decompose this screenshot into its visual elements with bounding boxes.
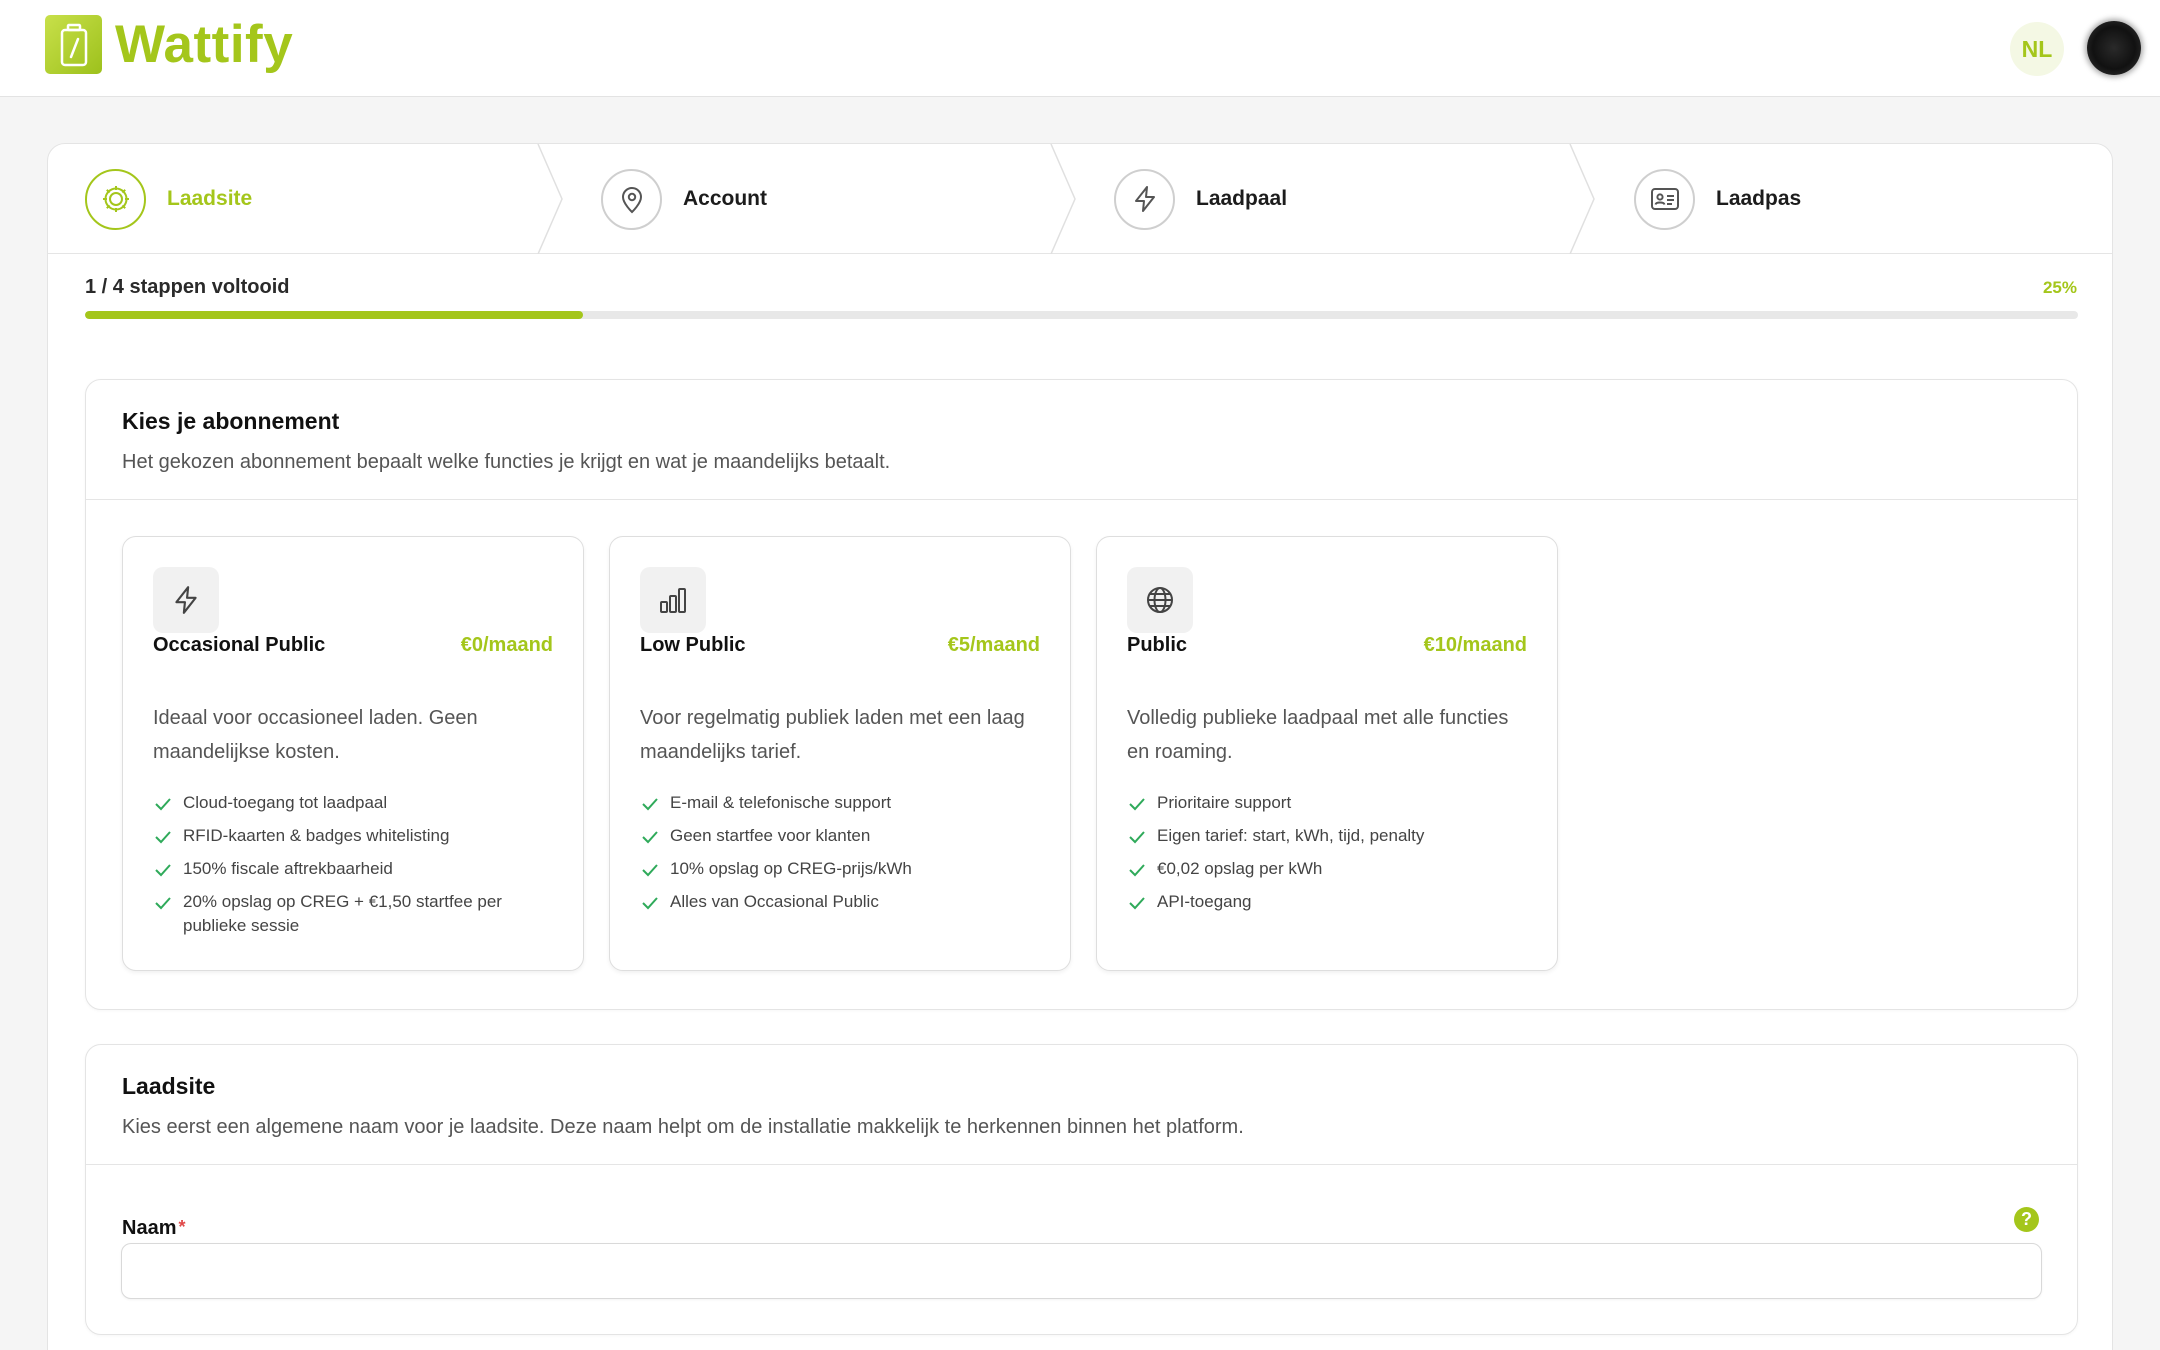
feature-text: 10% opslag op CREG-prijs/kWh: [670, 859, 912, 878]
subscription-panel: Kies je abonnement Het gekozen abonnemen…: [85, 379, 2078, 1010]
step-label: Laadsite: [167, 187, 253, 210]
step-label: Laadpaal: [1196, 187, 1288, 210]
top-bar: Wattify NL: [0, 0, 2160, 97]
plan-description: Voor regelmatig publiek laden met een la…: [640, 707, 1025, 763]
feature-text: Cloud-toegang tot laadpaal: [183, 793, 388, 812]
step-separator: [1569, 144, 1595, 254]
check-icon: [155, 864, 171, 877]
plan-name: Low Public: [640, 634, 746, 656]
plan-price: €10/maand: [1423, 634, 1527, 656]
step-label: Account: [683, 187, 767, 210]
site-header: Laadsite Kies eerst een algemene naam vo…: [86, 1045, 2077, 1165]
site-name-input[interactable]: [121, 1243, 2042, 1299]
plan-card-low-public[interactable]: Low Public €5/maand Voor regelmatig publ…: [609, 536, 1071, 971]
feature-text: 150% fiscale aftrekbaarheid: [183, 859, 393, 878]
battery-logo-icon: [45, 15, 102, 74]
check-icon: [1129, 798, 1145, 811]
lightning-icon: [1114, 168, 1175, 230]
plan-card-public[interactable]: Public €10/maand Volledig publieke laadp…: [1096, 536, 1558, 971]
feature-text: Prioritaire support: [1157, 793, 1292, 812]
feature-item: Eigen tarief: start, kWh, tijd, penalty: [1127, 824, 1517, 848]
plan-price: €0/maand: [460, 634, 553, 656]
feature-text: Geen startfee voor klanten: [670, 826, 871, 845]
feature-item: E-mail & telefonische support: [640, 791, 1030, 815]
location-pin-icon: [601, 168, 662, 230]
feature-item: Prioritaire support: [1127, 791, 1517, 815]
subscription-title: Kies je abonnement: [122, 408, 340, 434]
feature-item: Cloud-toegang tot laadpaal: [153, 791, 543, 815]
feature-item: Geen startfee voor klanten: [640, 824, 1030, 848]
step-laadpas[interactable]: Laadpas: [1634, 144, 1801, 254]
check-icon: [642, 864, 658, 877]
check-icon: [642, 798, 658, 811]
site-subtitle: Kies eerst een algemene naam voor je laa…: [122, 1116, 1244, 1138]
feature-item: 10% opslag op CREG-prijs/kWh: [640, 857, 1030, 881]
check-icon: [155, 831, 171, 844]
plan-features: E-mail & telefonische support Geen start…: [640, 791, 1030, 923]
feature-item: 150% fiscale aftrekbaarheid: [153, 857, 543, 881]
plan-description: Volledig publieke laadpaal met alle func…: [1127, 707, 1509, 763]
check-icon: [642, 831, 658, 844]
step-separator: [1050, 144, 1076, 254]
progress-bar-fill: [85, 311, 584, 319]
onboarding-card: Laadsite Account Laadpaal Laadpas 1 / 4 …: [47, 143, 2113, 1350]
gear-icon: [85, 168, 146, 230]
feature-text: Alles van Occasional Public: [670, 892, 879, 911]
plan-name: Occasional Public: [153, 634, 326, 656]
feature-text: E-mail & telefonische support: [670, 793, 892, 812]
feature-item: API-toegang: [1127, 890, 1517, 914]
check-icon: [1129, 864, 1145, 877]
id-card-icon: [1634, 168, 1695, 230]
site-panel: Laadsite Kies eerst een algemene naam vo…: [85, 1044, 2078, 1335]
plan-features: Cloud-toegang tot laadpaal RFID-kaarten …: [153, 791, 543, 947]
bar-chart-icon: [640, 567, 706, 633]
globe-icon: [1127, 567, 1193, 633]
feature-item: €0,02 opslag per kWh: [1127, 857, 1517, 881]
step-account[interactable]: Account: [601, 144, 767, 254]
check-icon: [155, 798, 171, 811]
logo-text: Wattify: [115, 15, 294, 74]
language-switcher[interactable]: NL: [2010, 22, 2064, 76]
progress-percent: 25%: [2042, 278, 2077, 297]
subscription-header: Kies je abonnement Het gekozen abonnemen…: [86, 380, 2077, 500]
progress-label: 1 / 4 stappen voltooid: [85, 276, 290, 298]
check-icon: [1129, 897, 1145, 910]
plan-features: Prioritaire support Eigen tarief: start,…: [1127, 791, 1517, 923]
subscription-subtitle: Het gekozen abonnement bepaalt welke fun…: [122, 451, 891, 473]
feature-text: Eigen tarief: start, kWh, tijd, penalty: [1157, 826, 1425, 845]
stepper: Laadsite Account Laadpaal Laadpas: [48, 144, 2112, 254]
required-asterisk: *: [178, 1217, 186, 1237]
plan-description: Ideaal voor occasioneel laden. Geen maan…: [153, 707, 478, 763]
wattify-logo[interactable]: Wattify: [45, 15, 293, 74]
step-label: Laadpas: [1716, 187, 1802, 210]
progress-bar: [85, 311, 2078, 319]
plan-price: €5/maand: [947, 634, 1040, 656]
step-laadsite[interactable]: Laadsite: [85, 144, 252, 254]
feature-item: 20% opslag op CREG + €1,50 startfee per …: [153, 890, 543, 938]
help-icon[interactable]: ?: [2014, 1207, 2039, 1232]
plan-list: Occasional Public €0/maand Ideaal voor o…: [122, 536, 1558, 971]
step-separator: [537, 144, 563, 254]
check-icon: [642, 897, 658, 910]
feature-text: €0,02 opslag per kWh: [1157, 859, 1323, 878]
step-laadpaal[interactable]: Laadpaal: [1114, 144, 1287, 254]
lightning-icon: [153, 567, 219, 633]
site-title: Laadsite: [122, 1073, 216, 1099]
feature-text: 20% opslag op CREG + €1,50 startfee per …: [183, 892, 502, 935]
feature-text: RFID-kaarten & badges whitelisting: [183, 826, 450, 845]
check-icon: [155, 897, 171, 910]
feature-item: RFID-kaarten & badges whitelisting: [153, 824, 543, 848]
name-label-text: Naam: [122, 1217, 177, 1239]
feature-item: Alles van Occasional Public: [640, 890, 1030, 914]
name-field-label: Naam *: [122, 1217, 186, 1240]
feature-text: API-toegang: [1157, 892, 1252, 911]
user-avatar[interactable]: [2087, 21, 2141, 75]
plan-name: Public: [1127, 634, 1188, 656]
plan-card-occasional-public[interactable]: Occasional Public €0/maand Ideaal voor o…: [122, 536, 584, 971]
check-icon: [1129, 831, 1145, 844]
